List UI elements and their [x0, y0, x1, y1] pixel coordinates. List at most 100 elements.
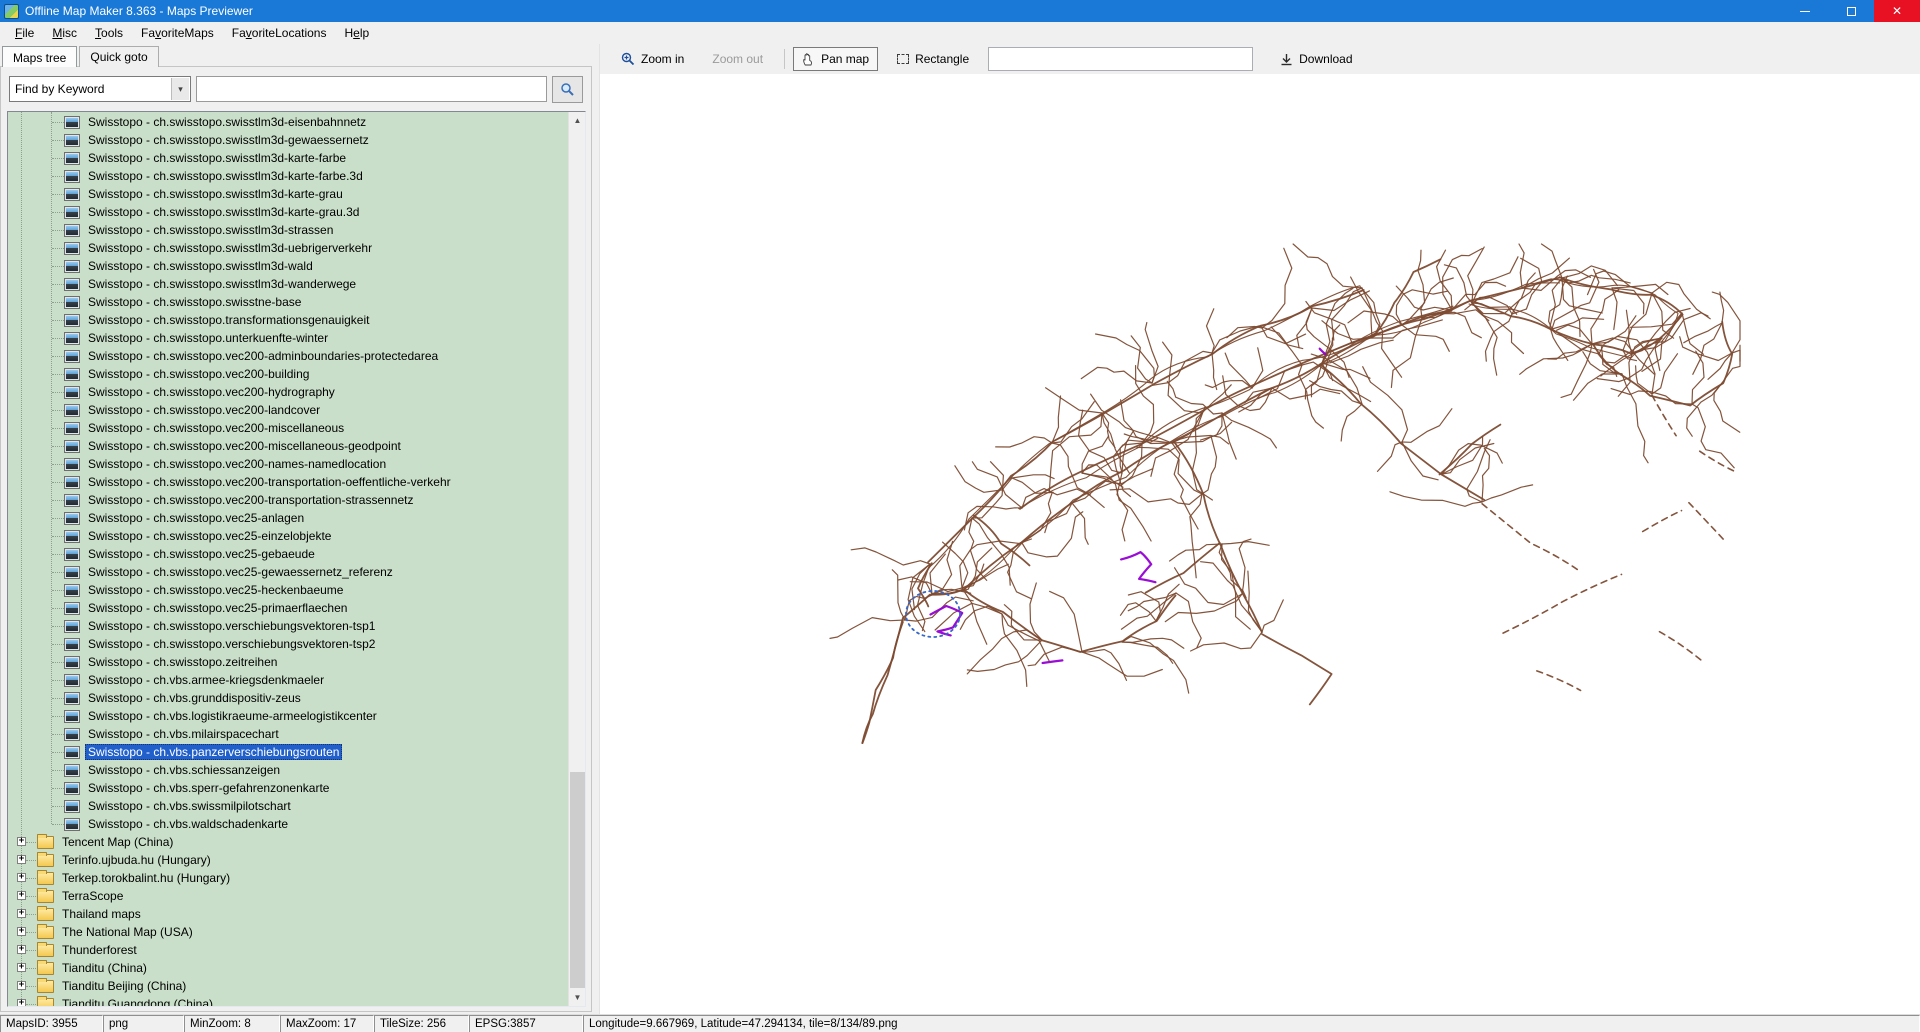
tree-folder[interactable]: + Terkep.torokbalint.hu (Hungary): [8, 869, 568, 887]
tree-item[interactable]: Swisstopo - ch.swisstopo.verschiebungsve…: [8, 617, 568, 635]
expand-plus-icon[interactable]: +: [17, 999, 26, 1006]
tree-item[interactable]: Swisstopo - ch.swisstopo.vec200-adminbou…: [8, 347, 568, 365]
tree-item[interactable]: Swisstopo - ch.swisstopo.vec200-transpor…: [8, 473, 568, 491]
menu-favoritelocations[interactable]: FavoriteLocations: [223, 23, 336, 43]
expand-plus-icon[interactable]: +: [17, 873, 26, 882]
tree-item[interactable]: Swisstopo - ch.vbs.swissmilpilotschart: [8, 797, 568, 815]
minimize-button[interactable]: [1782, 0, 1828, 22]
tree-folder[interactable]: + Tianditu Guangdong (China): [8, 995, 568, 1006]
menu-misc[interactable]: Misc: [43, 23, 86, 43]
tree-item[interactable]: Swisstopo - ch.vbs.schiessanzeigen: [8, 761, 568, 779]
tree-item-label: Swisstopo - ch.swisstopo.swisstlm3d-wald: [88, 259, 313, 273]
tree-connector: [26, 1004, 36, 1005]
tree-item[interactable]: Swisstopo - ch.swisstopo.vec25-gewaesser…: [8, 563, 568, 581]
scroll-up-arrow-icon[interactable]: ▲: [569, 112, 585, 129]
tree-connector: [26, 932, 36, 933]
tree-item[interactable]: Swisstopo - ch.swisstopo.vec25-anlagen: [8, 509, 568, 527]
tree-connector: [52, 410, 64, 411]
menu-favoritemaps[interactable]: FavoriteMaps: [132, 23, 223, 43]
tree-item[interactable]: Swisstopo - ch.swisstopo.vec25-heckenbae…: [8, 581, 568, 599]
expand-plus-icon[interactable]: +: [17, 963, 26, 972]
map-layer-icon: [64, 565, 80, 579]
tree-folder[interactable]: + Tianditu (China): [8, 959, 568, 977]
rectangle-button[interactable]: Rectangle: [888, 47, 978, 71]
tree-item[interactable]: Swisstopo - ch.vbs.milairspacechart: [8, 725, 568, 743]
tree-folder[interactable]: + Thunderforest: [8, 941, 568, 959]
expand-plus-icon[interactable]: +: [17, 837, 26, 846]
tree-item[interactable]: Swisstopo - ch.swisstopo.swisstlm3d-kart…: [8, 149, 568, 167]
tree-item[interactable]: Swisstopo - ch.swisstopo.swisstlm3d-kart…: [8, 203, 568, 221]
tree-item[interactable]: Swisstopo - ch.swisstopo.vec200-hydrogra…: [8, 383, 568, 401]
tree-item-label: Swisstopo - ch.swisstopo.vec25-heckenbae…: [88, 583, 344, 597]
tree-item[interactable]: Swisstopo - ch.swisstopo.vec200-miscella…: [8, 437, 568, 455]
tree-item[interactable]: Swisstopo - ch.swisstopo.swisstlm3d-uebr…: [8, 239, 568, 257]
zoom-in-button[interactable]: Zoom in: [612, 47, 693, 71]
menu-help[interactable]: Help: [335, 23, 378, 43]
search-button[interactable]: [552, 76, 583, 103]
maximize-button[interactable]: [1828, 0, 1874, 22]
tree-item[interactable]: Swisstopo - ch.swisstopo.zeitreihen: [8, 653, 568, 671]
tree-item[interactable]: Swisstopo - ch.swisstopo.vec200-names-na…: [8, 455, 568, 473]
tree-folder[interactable]: + The National Map (USA): [8, 923, 568, 941]
tree-item[interactable]: Swisstopo - ch.swisstopo.vec25-gebaeude: [8, 545, 568, 563]
tree-folder[interactable]: + Tianditu Beijing (China): [8, 977, 568, 995]
tree-item[interactable]: Swisstopo - ch.swisstopo.vec25-primaerfl…: [8, 599, 568, 617]
expand-plus-icon[interactable]: +: [17, 855, 26, 864]
download-button[interactable]: Download: [1271, 47, 1361, 71]
tree-item[interactable]: Swisstopo - ch.swisstopo.vec200-transpor…: [8, 491, 568, 509]
chevron-down-icon[interactable]: ▾: [171, 78, 189, 100]
tree-item[interactable]: Swisstopo - ch.vbs.armee-kriegsdenkmaele…: [8, 671, 568, 689]
scroll-down-arrow-icon[interactable]: ▼: [569, 989, 585, 1006]
expand-plus-icon[interactable]: +: [17, 927, 26, 936]
tree-item[interactable]: Swisstopo - ch.swisstopo.swisstlm3d-kart…: [8, 185, 568, 203]
map-canvas[interactable]: [600, 74, 1920, 1014]
tree-item[interactable]: Swisstopo - ch.vbs.waldschadenkarte: [8, 815, 568, 833]
menu-tools[interactable]: Tools: [86, 23, 132, 43]
tree-item[interactable]: Swisstopo - ch.swisstopo.swisstlm3d-gewa…: [8, 131, 568, 149]
tree-item-label: Swisstopo - ch.swisstopo.swisstlm3d-wand…: [88, 277, 357, 291]
expand-plus-icon[interactable]: +: [17, 891, 26, 900]
tab-maps-tree[interactable]: Maps tree: [2, 46, 78, 67]
tree-folder[interactable]: + Terinfo.ujbuda.hu (Hungary): [8, 851, 568, 869]
tree-item[interactable]: Swisstopo - ch.swisstopo.transformations…: [8, 311, 568, 329]
tree-item[interactable]: Swisstopo - ch.swisstopo.swisstlm3d-wand…: [8, 275, 568, 293]
find-mode-select[interactable]: Find by Keyword ▾: [9, 76, 191, 102]
tree-item[interactable]: Swisstopo - ch.swisstopo.vec200-building: [8, 365, 568, 383]
tree-item[interactable]: Swisstopo - ch.vbs.logistikraeume-armeel…: [8, 707, 568, 725]
tree-item[interactable]: Swisstopo - ch.swisstopo.unterkuenfte-wi…: [8, 329, 568, 347]
expand-plus-icon[interactable]: +: [17, 945, 26, 954]
tree-item[interactable]: Swisstopo - ch.vbs.sperr-gefahrenzonenka…: [8, 779, 568, 797]
tree-item[interactable]: Swisstopo - ch.swisstopo.swisstlm3d-wald: [8, 257, 568, 275]
close-button[interactable]: ✕: [1874, 0, 1920, 22]
pan-map-button[interactable]: Pan map: [793, 47, 879, 71]
map-viewport[interactable]: [600, 74, 1920, 1014]
expand-plus-icon[interactable]: +: [17, 909, 26, 918]
tree-item[interactable]: Swisstopo - ch.swisstopo.swisstlm3d-kart…: [8, 167, 568, 185]
tree-folder[interactable]: + TerraScope: [8, 887, 568, 905]
tree-connector: [52, 338, 64, 339]
zoom-out-button[interactable]: Zoom out: [703, 47, 772, 71]
coordinates-input[interactable]: [988, 47, 1254, 71]
maps-tree[interactable]: Swisstopo - ch.swisstopo.swisstlm3d-eise…: [7, 111, 586, 1007]
tree-item[interactable]: Swisstopo - ch.swisstopo.vec200-miscella…: [8, 419, 568, 437]
tree-folder[interactable]: + Thailand maps: [8, 905, 568, 923]
tree-scrollbar[interactable]: ▲ ▼: [568, 112, 585, 1006]
tree-item[interactable]: Swisstopo - ch.vbs.grunddispositiv-zeus: [8, 689, 568, 707]
tree-connector: [52, 698, 64, 699]
tree-folder[interactable]: + Tencent Map (China): [8, 833, 568, 851]
scrollbar-thumb[interactable]: [570, 772, 585, 988]
search-input[interactable]: [196, 76, 547, 102]
menu-file[interactable]: File: [6, 23, 43, 43]
tree-item[interactable]: Swisstopo - ch.swisstopo.swisstlm3d-stra…: [8, 221, 568, 239]
tree-item[interactable]: Swisstopo - ch.swisstopo.swisstne-base: [8, 293, 568, 311]
expand-plus-icon[interactable]: +: [17, 981, 26, 990]
tree-item[interactable]: Swisstopo - ch.swisstopo.vec25-einzelobj…: [8, 527, 568, 545]
tree-connector: [52, 194, 64, 195]
tree-item[interactable]: Swisstopo - ch.swisstopo.verschiebungsve…: [8, 635, 568, 653]
tree-item-label: Swisstopo - ch.vbs.swissmilpilotschart: [88, 799, 291, 813]
tree-item[interactable]: Swisstopo - ch.vbs.panzerverschiebungsro…: [8, 743, 568, 761]
tab-quick-goto[interactable]: Quick goto: [79, 46, 159, 67]
tree-item[interactable]: Swisstopo - ch.swisstopo.swisstlm3d-eise…: [8, 113, 568, 131]
tree-item[interactable]: Swisstopo - ch.swisstopo.vec200-landcove…: [8, 401, 568, 419]
tree-connector: [26, 860, 36, 861]
